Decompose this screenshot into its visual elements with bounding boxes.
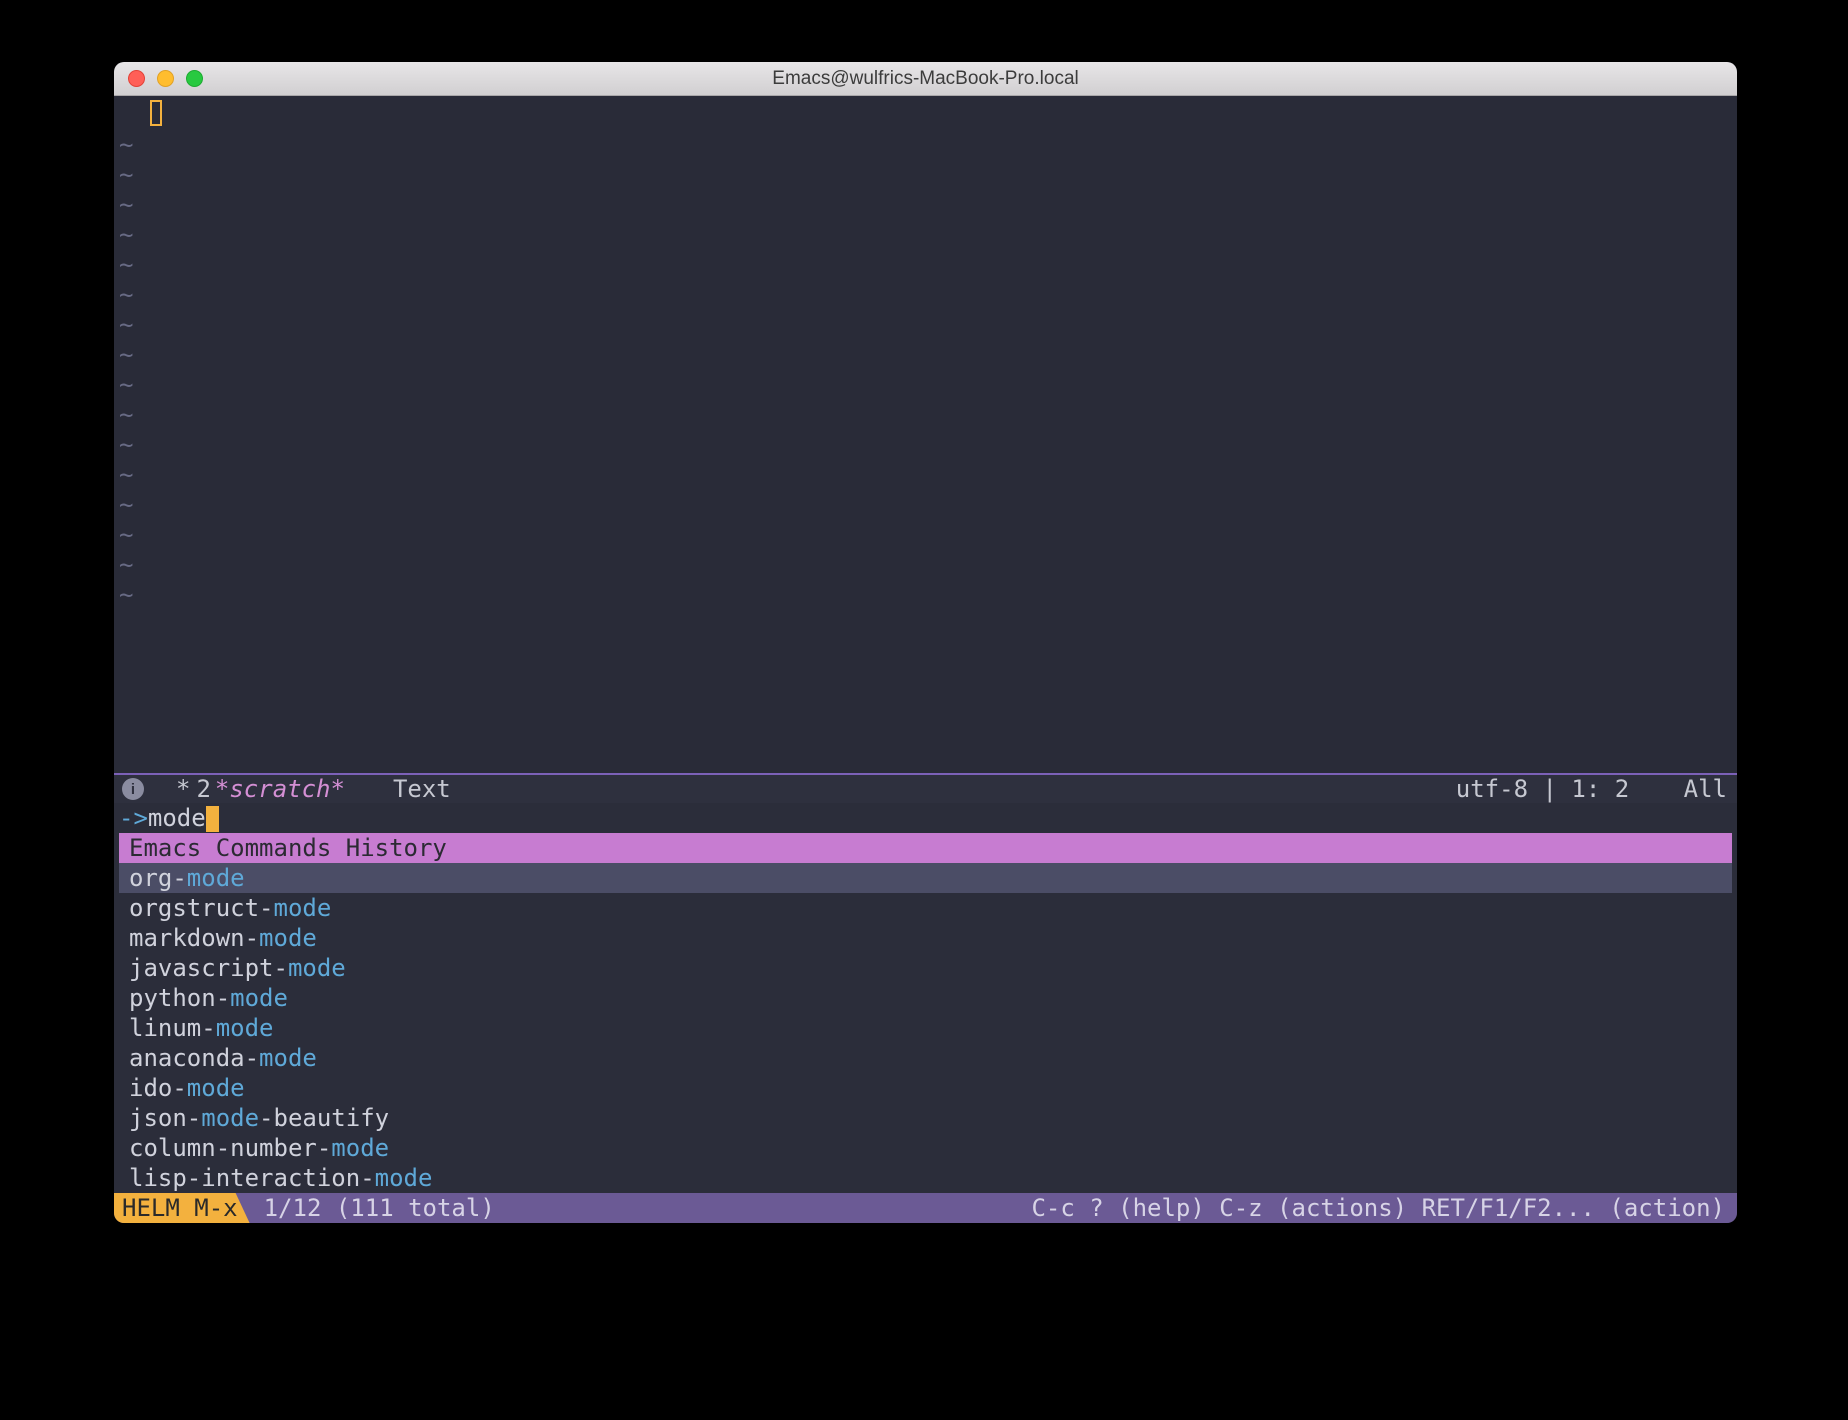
modeline-number: 2 (196, 775, 210, 803)
modeline: i * 2 *scratch* Text utf-8 | 1: 2 All (114, 773, 1737, 803)
helm-candidate[interactable]: orgstruct-mode (119, 893, 1732, 923)
helm-modeline: HELM M-x 1/12 (111 total) C-c ? (help) C… (114, 1193, 1737, 1223)
helm-candidate[interactable]: ido-mode (119, 1073, 1732, 1103)
helm-candidate[interactable]: markdown-mode (119, 923, 1732, 953)
traffic-lights (128, 70, 203, 87)
cursor-position: 1: 2 (1571, 775, 1629, 803)
minibuffer[interactable]: ->mode (114, 803, 1737, 833)
scroll-indicator: All (1684, 775, 1727, 803)
minibuffer-input[interactable]: mode (148, 804, 206, 832)
modeline-right: utf-8 | 1: 2 All (1456, 775, 1727, 803)
helm-candidate[interactable]: linum-mode (119, 1013, 1732, 1043)
minibuffer-prompt: -> (119, 804, 148, 832)
modified-indicator: * (176, 775, 190, 803)
info-icon: i (122, 778, 144, 800)
helm-candidate[interactable]: json-mode-beautify (119, 1103, 1732, 1133)
editor-area[interactable]: ~ ~ ~ ~ ~ ~ ~ ~ ~ ~ ~ ~ ~ ~ ~ ~ (114, 96, 1737, 773)
minimize-icon[interactable] (157, 70, 174, 87)
helm-candidate[interactable]: column-number-mode (119, 1133, 1732, 1163)
close-icon[interactable] (128, 70, 145, 87)
helm-candidate[interactable]: javascript-mode (119, 953, 1732, 983)
zoom-icon[interactable] (186, 70, 203, 87)
buffer-name: *scratch* (215, 775, 345, 803)
major-mode: Text (393, 775, 451, 803)
helm-candidate[interactable]: org-mode (119, 863, 1732, 893)
editor-cursor (150, 100, 162, 126)
helm-source-header: Emacs Commands History (119, 833, 1732, 863)
window-title: Emacs@wulfrics-MacBook-Pro.local (114, 68, 1737, 90)
helm-candidate[interactable]: python-mode (119, 983, 1732, 1013)
helm-help-text: C-c ? (help) C-z (actions) RET/F1/F2... … (1031, 1194, 1725, 1222)
helm-candidate[interactable]: anaconda-mode (119, 1043, 1732, 1073)
helm-count: 1/12 (111 total) (264, 1194, 495, 1222)
fringe-tildes: ~ ~ ~ ~ ~ ~ ~ ~ ~ ~ ~ ~ ~ ~ ~ ~ (119, 130, 133, 610)
helm-badge: HELM M-x (114, 1193, 250, 1223)
helm-buffer: Emacs Commands History org-modeorgstruct… (114, 833, 1737, 1193)
titlebar: Emacs@wulfrics-MacBook-Pro.local (114, 62, 1737, 96)
minibuffer-cursor (206, 806, 219, 832)
emacs-window: Emacs@wulfrics-MacBook-Pro.local ~ ~ ~ ~… (114, 62, 1737, 1223)
encoding: utf-8 (1456, 775, 1528, 803)
helm-candidates: org-modeorgstruct-modemarkdown-modejavas… (114, 863, 1737, 1193)
helm-candidate[interactable]: lisp-interaction-mode (119, 1163, 1732, 1193)
